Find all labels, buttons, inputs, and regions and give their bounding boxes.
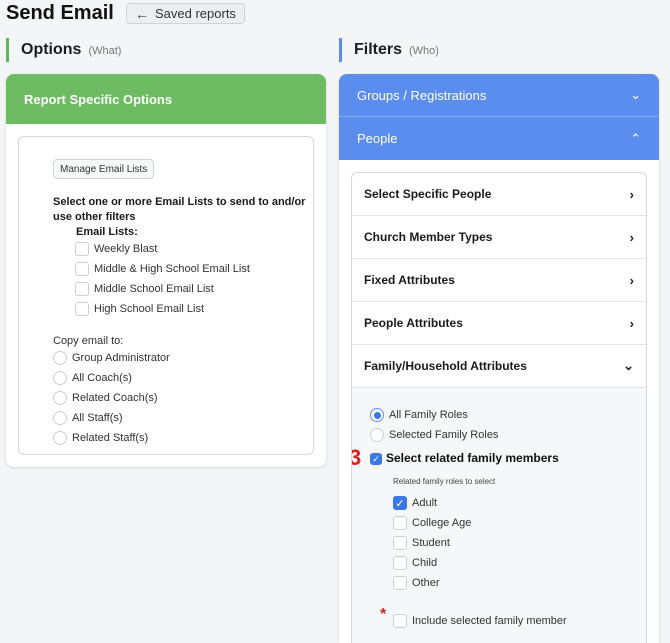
role-label: Student — [412, 537, 450, 549]
copy-email-label: Copy email to: — [53, 335, 124, 347]
checkbox[interactable] — [75, 262, 89, 276]
role-option-adult[interactable]: ✓ Adult — [393, 496, 437, 510]
radio[interactable] — [53, 351, 67, 365]
checkbox[interactable] — [75, 302, 89, 316]
attribute-label: Church Member Types — [364, 230, 493, 244]
email-list-item[interactable]: Middle School Email List — [75, 282, 214, 296]
role-label: Adult — [412, 497, 438, 509]
chevron-right-icon: › — [629, 272, 634, 288]
radio-all-family-roles[interactable]: All Family Roles — [370, 408, 468, 422]
copy-option-label: Group Administrator — [72, 352, 170, 364]
role-label: Child — [412, 557, 438, 569]
attribute-label: Fixed Attributes — [364, 273, 455, 287]
options-card: Report Specific Options Manage Email Lis… — [6, 74, 326, 467]
copy-option-label: Related Coach(s) — [72, 392, 158, 404]
copy-option[interactable]: All Staff(s) — [53, 411, 123, 425]
checkbox[interactable] — [393, 516, 407, 530]
chevron-right-icon: › — [629, 229, 634, 245]
copy-option[interactable]: All Coach(s) — [53, 371, 132, 385]
chevron-right-icon: › — [629, 186, 634, 202]
filters-subtitle: (Who) — [409, 45, 439, 57]
filters-section-header: Filters (Who) — [339, 38, 439, 62]
checkmark-icon[interactable]: ✓ — [370, 453, 382, 465]
copy-option[interactable]: Related Coach(s) — [53, 391, 158, 405]
radio[interactable] — [53, 391, 67, 405]
checkmark-icon[interactable]: ✓ — [393, 496, 407, 510]
email-list-item[interactable]: Weekly Blast — [75, 242, 157, 256]
email-list-label: Middle School Email List — [94, 283, 214, 295]
radio[interactable] — [370, 428, 384, 442]
attribute-row-people-attributes[interactable]: People Attributes › — [352, 302, 646, 345]
saved-reports-label: Saved reports — [155, 6, 236, 21]
radio[interactable] — [53, 431, 67, 445]
email-list-label: High School Email List — [94, 303, 205, 315]
related-members-checkbox[interactable]: ✓ — [370, 453, 382, 465]
annotation-number: 3 — [352, 447, 361, 469]
people-row[interactable]: People ⌃ — [339, 117, 659, 160]
attribute-label: Select Specific People — [364, 187, 492, 201]
filters-panel: Groups / Registrations ⌄ People ⌃ Select… — [339, 74, 659, 643]
role-option-student[interactable]: Student — [393, 536, 450, 550]
attribute-label: Family/Household Attributes — [364, 359, 527, 373]
copy-option-label: All Staff(s) — [72, 412, 123, 424]
saved-reports-button[interactable]: ← Saved reports — [126, 3, 245, 24]
email-list-item[interactable]: Middle & High School Email List — [75, 262, 250, 276]
role-option-college-age[interactable]: College Age — [393, 516, 471, 530]
chevron-up-icon: ⌃ — [630, 130, 641, 146]
radio-selected-family-roles[interactable]: Selected Family Roles — [370, 428, 498, 442]
email-list-item[interactable]: High School Email List — [75, 302, 204, 316]
family-household-section: All Family Roles Selected Family Roles 3… — [352, 388, 646, 643]
related-members-label: Select related family members — [386, 451, 559, 465]
role-option-child[interactable]: Child — [393, 556, 437, 570]
email-list-label: Weekly Blast — [94, 243, 158, 255]
options-inner-box: Manage Email Lists Select one or more Em… — [18, 136, 314, 455]
radio-selected[interactable] — [370, 408, 384, 422]
groups-registrations-row[interactable]: Groups / Registrations ⌄ — [339, 74, 659, 117]
copy-option-label: All Coach(s) — [72, 372, 132, 384]
email-list-label: Middle & High School Email List — [94, 263, 250, 275]
copy-option-label: Related Staff(s) — [72, 432, 149, 444]
options-card-header[interactable]: Report Specific Options — [6, 74, 326, 124]
people-attributes-box: Select Specific People › Church Member T… — [351, 172, 647, 643]
attribute-row-family-household[interactable]: Family/Household Attributes ⌄ — [352, 345, 646, 388]
copy-option[interactable]: Related Staff(s) — [53, 431, 148, 445]
attribute-row-fixed-attributes[interactable]: Fixed Attributes › — [352, 259, 646, 302]
chevron-down-icon: ⌄ — [630, 87, 641, 102]
radio[interactable] — [53, 371, 67, 385]
chevron-down-icon: ⌄ — [623, 358, 634, 373]
page-title: Send Email — [6, 2, 114, 24]
required-marker: * — [380, 606, 387, 623]
role-label: College Age — [412, 517, 472, 529]
attribute-row-select-specific-people[interactable]: Select Specific People › — [352, 173, 646, 216]
options-subtitle: (What) — [88, 45, 122, 57]
radio[interactable] — [53, 411, 67, 425]
checkbox[interactable] — [393, 614, 407, 628]
copy-option[interactable]: Group Administrator — [53, 351, 170, 365]
arrow-left-icon: ← — [135, 5, 149, 22]
people-label: People — [357, 131, 398, 146]
radio-label: All Family Roles — [389, 409, 468, 421]
options-title: Options — [21, 41, 82, 58]
checkbox[interactable] — [393, 536, 407, 550]
include-selected-label: Include selected family member — [412, 615, 567, 627]
options-instruction: Select one or more Email Lists to send t… — [53, 196, 306, 223]
attribute-label: People Attributes — [364, 316, 463, 330]
checkbox[interactable] — [75, 242, 89, 256]
checkbox[interactable] — [75, 282, 89, 296]
manage-email-lists-button[interactable]: Manage Email Lists — [53, 159, 155, 179]
groups-registrations-label: Groups / Registrations — [357, 87, 487, 103]
include-selected-member-option[interactable]: Include selected family member — [393, 614, 567, 628]
roles-caption: Related family roles to select — [393, 477, 496, 486]
role-label: Other — [412, 577, 440, 589]
attribute-row-church-member-types[interactable]: Church Member Types › — [352, 216, 646, 259]
role-option-other[interactable]: Other — [393, 576, 440, 590]
radio-label: Selected Family Roles — [389, 429, 499, 441]
email-lists-label: Email Lists: — [76, 226, 138, 238]
options-section-header: Options (What) — [6, 38, 121, 62]
checkbox[interactable] — [393, 576, 407, 590]
chevron-right-icon: › — [629, 315, 634, 331]
checkbox[interactable] — [393, 556, 407, 570]
filters-title: Filters — [354, 41, 403, 58]
